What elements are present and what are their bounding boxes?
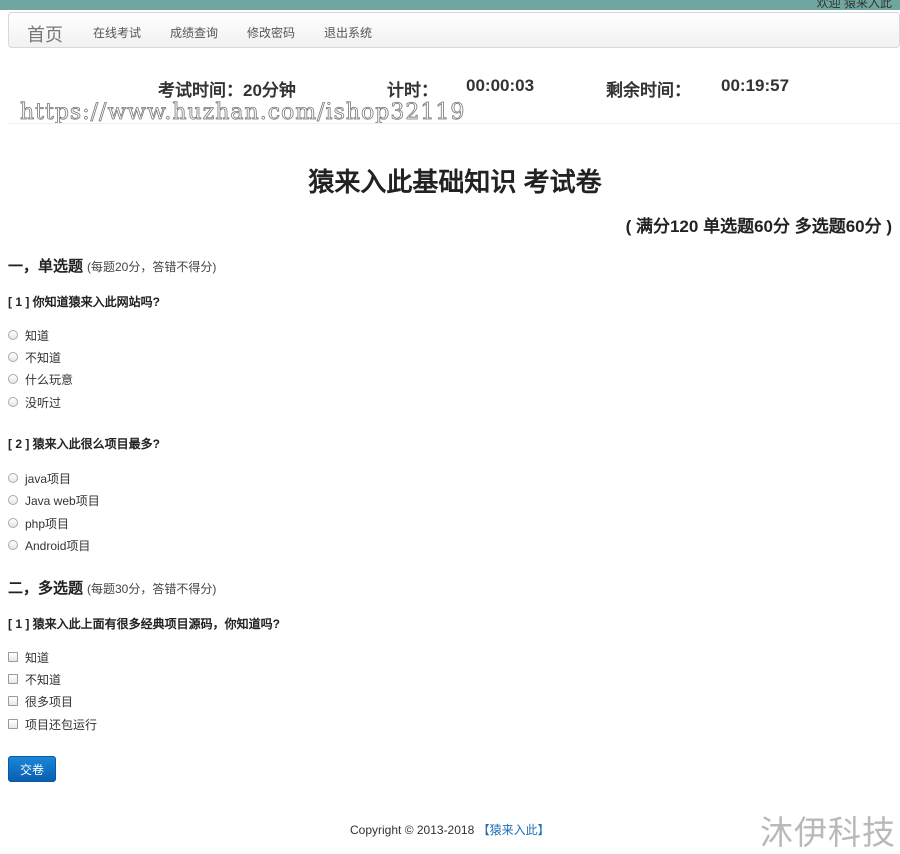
option-label: java项目 (25, 471, 72, 486)
single-q1-option[interactable]: 没听过 (8, 394, 61, 410)
option-label: 不知道 (25, 672, 62, 687)
option-label: 知道 (25, 328, 50, 343)
single-q2-option[interactable]: Android项目 (8, 537, 90, 553)
multi-q1-option[interactable]: 很多项目 (8, 693, 73, 709)
section-title: 二，多选题 (8, 580, 84, 597)
single-q2-option[interactable]: Java web项目 (8, 492, 100, 508)
option-label: 知道 (25, 650, 50, 665)
footer-site-link[interactable]: 【猿来入此】 (478, 823, 550, 837)
elapsed-label: 计时： (387, 81, 438, 100)
single-question-1: [ 1 ] 你知道猿来入此网站吗? (8, 295, 160, 309)
single-q2-option[interactable]: php项目 (8, 515, 69, 531)
checkbox[interactable] (8, 719, 18, 729)
section-title: 一，单选题 (8, 258, 84, 275)
single-choice-heading: 一，单选题 (每题20分，答错不得分) (8, 255, 216, 276)
brand-watermark: 沐伊科技 (760, 814, 896, 851)
checkbox[interactable] (8, 674, 18, 684)
multi-q1-option[interactable]: 项目还包运行 (8, 716, 97, 732)
option-label: 不知道 (25, 350, 62, 365)
option-label: 项目还包运行 (25, 717, 98, 732)
nav-item-logout[interactable]: 退出系统 (324, 24, 372, 41)
nav-item-score-query[interactable]: 成绩查询 (170, 24, 218, 41)
elapsed-value: 00:00:03 (466, 76, 535, 95)
single-q1-option[interactable]: 什么玩意 (8, 371, 73, 387)
top-accent-bar: 欢迎 猿来入此 (0, 0, 900, 10)
option-label: 什么玩意 (25, 372, 74, 387)
radio-button[interactable] (8, 473, 18, 483)
option-label: php项目 (25, 516, 70, 531)
single-q2-option[interactable]: java项目 (8, 470, 71, 486)
section-note: (每题20分，答错不得分) (87, 260, 217, 274)
checkbox[interactable] (8, 696, 18, 706)
checkbox[interactable] (8, 652, 18, 662)
submit-exam-button[interactable]: 交卷 (8, 756, 56, 782)
divider (8, 123, 900, 124)
nav-brand-home[interactable]: 首页 (27, 21, 63, 47)
radio-button[interactable] (8, 518, 18, 528)
single-q1-option[interactable]: 知道 (8, 327, 49, 343)
radio-button[interactable] (8, 330, 18, 340)
nav-item-online-exam[interactable]: 在线考试 (93, 24, 141, 41)
multi-question-1: [ 1 ] 猿来入此上面有很多经典项目源码，你知道吗? (8, 617, 280, 631)
navbar: 首页 在线考试 成绩查询 修改密码 退出系统 (8, 12, 900, 48)
exam-timer: 考试时间：20分钟 计时： 00:00:03 剩余时间： 00:19:57 (0, 76, 900, 100)
user-greeting: 欢迎 猿来入此 (816, 0, 892, 10)
copyright-text: Copyright © 2013-2018 (350, 823, 475, 837)
nav-item-change-password[interactable]: 修改密码 (247, 24, 295, 41)
exam-duration: 考试时间：20分钟 (158, 81, 296, 100)
radio-button[interactable] (8, 374, 18, 384)
single-q1-option[interactable]: 不知道 (8, 349, 61, 365)
remaining-value: 00:19:57 (721, 76, 790, 95)
multi-choice-heading: 二，多选题 (每题30分，答错不得分) (8, 577, 216, 598)
multi-q1-option[interactable]: 不知道 (8, 671, 61, 687)
option-label: Java web项目 (25, 493, 100, 508)
radio-button[interactable] (8, 495, 18, 505)
option-label: 很多项目 (25, 694, 74, 709)
option-label: 没听过 (25, 395, 62, 410)
single-question-2: [ 2 ] 猿来入此很么项目最多? (8, 437, 160, 451)
remaining-label: 剩余时间： (606, 81, 691, 100)
multi-q1-option[interactable]: 知道 (8, 649, 49, 665)
exam-title: 猿来入此基础知识 考试卷 (308, 167, 602, 197)
radio-button[interactable] (8, 540, 18, 550)
footer: Copyright © 2013-2018 【猿来入此】 (350, 821, 550, 838)
radio-button[interactable] (8, 352, 18, 362)
option-label: Android项目 (25, 538, 91, 553)
score-info: ( 满分120 单选题60分 多选题60分 ) (625, 217, 892, 236)
url-watermark: https://www.huzhan.com/ishop32119 (20, 100, 466, 126)
radio-button[interactable] (8, 397, 18, 407)
section-note: (每题30分，答错不得分) (87, 582, 217, 596)
